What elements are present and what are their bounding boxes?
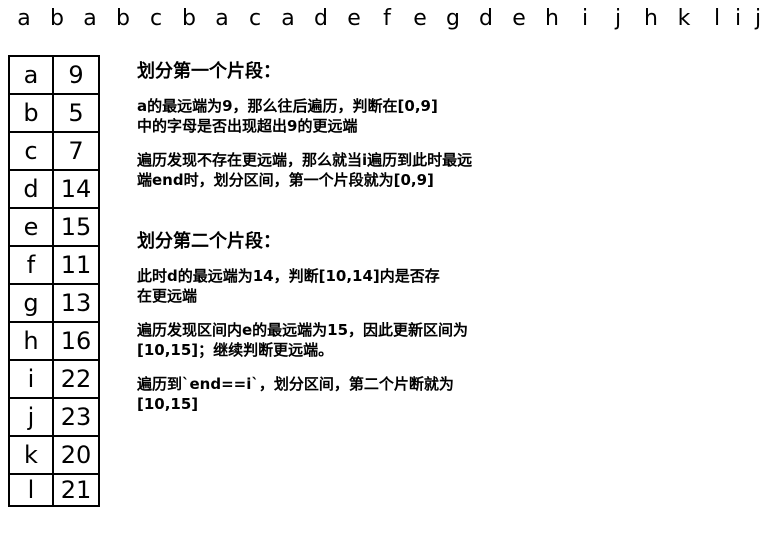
note-line: 遍历发现不存在更远端，那么就当i遍历到此时最远 [137,151,473,169]
note-line: 中的字母是否出现超出9的更远端 [137,117,358,135]
sequence-letter: a [17,6,31,31]
table-row: f 11 [8,245,100,285]
last-index-cell: 9 [52,55,100,95]
sequence-letter: c [149,6,163,31]
table-row: c7 [8,131,100,171]
char-cell: a [8,55,54,95]
char-cell: c [8,131,54,171]
last-index-cell: 22 [52,359,100,399]
sequence-letter: a [281,6,295,31]
sequence-letter: g [446,6,460,31]
char-cell: h [8,321,54,361]
table-row: h 16 [8,321,100,361]
note-line: 端end时，划分区间，第一个片段就为[0,9] [137,171,434,189]
last-index-cell: 5 [52,93,100,133]
sequence-letter: d [314,6,328,31]
section-heading-first: 划分第一个片段： [137,61,281,82]
note-paragraph: 遍历发现区间内e的最远端为15，因此更新区间为 [10,15]；继续判断更远端。 [137,320,757,360]
note-paragraph: 遍历到`end==i`，划分区间，第二个片断就为 [10,15] [137,374,757,414]
note-line: 遍历到`end==i`，划分区间，第二个片断就为 [137,375,454,393]
sequence-letter: b [116,6,130,31]
table-row: l 21 [8,473,100,507]
sequence-letter: j [614,6,622,31]
sequence-letter: h [644,6,658,31]
last-index-cell: 14 [52,169,100,209]
letter-sequence: a b a b c b a c a d e f e g d e h i j h … [0,0,769,40]
table-row: g 13 [8,283,100,323]
last-index-cell: 7 [52,131,100,171]
explanation-notes: 划分第一个片段： a的最远端为9，那么往后遍历，判断在[0,9] 中的字母是否出… [137,60,757,428]
last-index-cell: 20 [52,435,100,475]
sequence-letter: e [413,6,427,31]
char-cell: g [8,283,54,323]
note-paragraph: a的最远端为9，那么往后遍历，判断在[0,9] 中的字母是否出现超出9的更远端 [137,96,757,136]
char-cell: l [8,473,54,507]
last-index-table: a9 b5 c7 d 14 e 15 f 11 g 13 h 16 i 22 j 23 k 20… [8,55,100,507]
last-index-cell: 16 [52,321,100,361]
char-cell: j [8,397,54,437]
last-index-cell: 21 [52,473,100,507]
note-line: a的最远端为9，那么往后遍历，判断在[0,9] [137,97,438,115]
char-cell: d [8,169,54,209]
table-row: k 20 [8,435,100,475]
char-cell: f [8,245,54,285]
last-index-cell: 13 [52,283,100,323]
table-row: a9 [8,55,100,95]
sequence-letter: h [545,6,559,31]
sequence-letter: c [248,6,262,31]
table-row: d 14 [8,169,100,209]
last-index-cell: 11 [52,245,100,285]
sequence-letter: b [50,6,64,31]
sequence-letter: a [215,6,229,31]
note-line: 遍历发现区间内e的最远端为15，因此更新区间为 [137,321,469,339]
note-line: 在更远端 [137,287,198,305]
table-row: i 22 [8,359,100,399]
note-line: 此时d的最远端为14，判断[10,14]内是否存 [137,267,440,285]
sequence-letter: e [347,6,361,31]
sequence-letter: i [734,6,742,31]
note-paragraph: 遍历发现不存在更远端，那么就当i遍历到此时最远 端end时，划分区间，第一个片段… [137,150,757,190]
char-cell: k [8,435,54,475]
note-paragraph: 此时d的最远端为14，判断[10,14]内是否存 在更远端 [137,266,757,306]
char-cell: i [8,359,54,399]
char-cell: b [8,93,54,133]
table-row: j 23 [8,397,100,437]
sequence-letter: e [512,6,526,31]
note-line: [10,15]；继续判断更远端。 [137,341,334,359]
sequence-letter: d [479,6,493,31]
sequence-letter: i [581,6,589,31]
sequence-letter: j [754,6,762,31]
sequence-letter: f [383,6,391,31]
table-row: b5 [8,93,100,133]
last-index-cell: 15 [52,207,100,247]
sequence-letter: k [677,6,691,31]
sequence-letter: b [182,6,196,31]
note-line: [10,15] [137,395,199,413]
last-index-cell: 23 [52,397,100,437]
sequence-letter: a [83,6,97,31]
char-cell: e [8,207,54,247]
section-heading-second: 划分第二个片段： [137,231,281,252]
table-row: e 15 [8,207,100,247]
sequence-letter: l [713,6,721,31]
